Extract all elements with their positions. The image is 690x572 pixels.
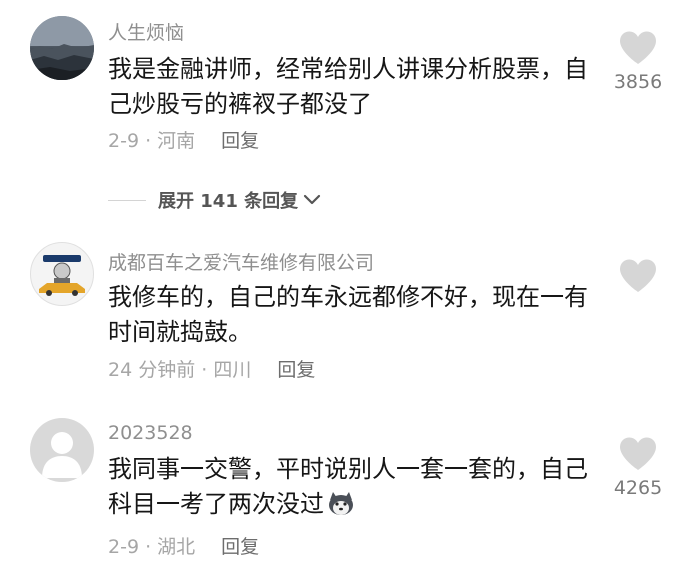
comment-text: 我修车的，自己的车永远都修不好，现在一有时间就捣鼓。 (108, 283, 588, 346)
comment-username[interactable]: 人生烦恼 (108, 18, 184, 45)
landscape-avatar-image (30, 16, 94, 80)
avatar[interactable] (30, 16, 94, 80)
comment-meta: 2-9 · 湖北 回复 (108, 532, 259, 559)
heart-icon (620, 31, 656, 64)
default-avatar-icon (42, 432, 82, 478)
comment-text: 我同事一交警，平时说别人一套一套的，自己科目一考了两次没过 (108, 452, 598, 522)
like-count: 3856 (613, 71, 663, 93)
comment-item-3: 2023528 我同事一交警，平时说别人一套一套的，自己科目一考了两次没过 2-… (0, 410, 690, 572)
comment-username[interactable]: 成都百车之爱汽车维修有限公司 (108, 248, 374, 275)
reply-button[interactable]: 回复 (221, 536, 259, 558)
comment-date-location: 24 分钟前 · 四川 (108, 359, 252, 381)
avatar[interactable] (30, 418, 94, 482)
expand-replies-label: 展开 141 条回复 (158, 191, 299, 212)
like-button[interactable]: 4265 (600, 436, 676, 499)
avatar[interactable] (30, 242, 94, 306)
like-button[interactable] (600, 258, 676, 294)
mechanic-logo-avatar (39, 255, 85, 296)
divider-line (108, 199, 146, 201)
comment-date-location: 2-9 · 湖北 (108, 536, 196, 558)
like-button[interactable]: 3856 (600, 30, 676, 93)
comment-username[interactable]: 2023528 (108, 422, 193, 444)
comment-text: 我是金融讲师，经常给别人讲课分析股票，自己炒股亏的裤衩子都没了 (108, 55, 588, 118)
husky-emoji-icon (329, 492, 353, 515)
comment-meta: 24 分钟前 · 四川 回复 (108, 355, 315, 382)
heart-icon (620, 259, 656, 292)
comment-item-2: 成都百车之爱汽车维修有限公司 我修车的，自己的车永远都修不好，现在一有时间就捣鼓… (0, 230, 690, 390)
like-count: 4265 (613, 477, 663, 499)
heart-icon (620, 437, 656, 470)
expand-replies-button[interactable]: 展开 141 条回复 (108, 186, 322, 214)
reply-button[interactable]: 回复 (221, 130, 259, 152)
comment-meta: 2-9 · 河南 回复 (108, 126, 259, 153)
comment-date-location: 2-9 · 河南 (108, 130, 196, 152)
reply-button[interactable]: 回复 (277, 359, 315, 381)
chevron-down-icon (304, 194, 321, 205)
comment-item-1: 人生烦恼 我是金融讲师，经常给别人讲课分析股票，自己炒股亏的裤衩子都没了 2-9… (0, 0, 690, 170)
